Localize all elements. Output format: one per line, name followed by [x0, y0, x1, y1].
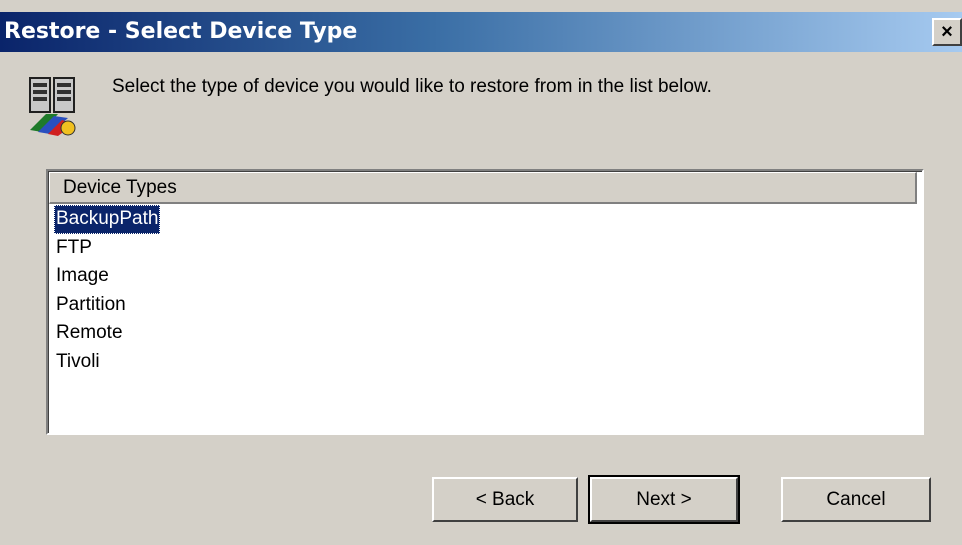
list-item-partition[interactable]: Partition [54, 291, 128, 320]
list-item-remote[interactable]: Remote [54, 319, 125, 348]
back-button[interactable]: < Back [432, 477, 578, 522]
list-item-tivoli[interactable]: Tivoli [54, 348, 102, 377]
list-item-ftp[interactable]: FTP [54, 234, 94, 263]
close-button[interactable]: × [932, 18, 962, 46]
cancel-button[interactable]: Cancel [781, 477, 931, 522]
device-types-list[interactable]: Device Types BackupPath FTP Image Partit… [46, 169, 924, 435]
close-icon: × [941, 20, 953, 43]
instruction-text: Select the type of device you would like… [112, 76, 712, 97]
device-restore-icon [29, 77, 76, 136]
list-item-image[interactable]: Image [54, 262, 111, 291]
title-bar[interactable]: Restore - Select Device Type × [0, 12, 962, 52]
restore-dialog: Restore - Select Device Type × Select th… [0, 0, 962, 545]
next-button[interactable]: Next > [588, 475, 740, 524]
list-item-backuppath[interactable]: BackupPath [54, 205, 161, 234]
column-header-device-types[interactable]: Device Types [49, 172, 917, 204]
device-list-items: BackupPath FTP Image Partition Remote Ti… [54, 205, 161, 377]
window-title: Restore - Select Device Type [4, 19, 358, 44]
